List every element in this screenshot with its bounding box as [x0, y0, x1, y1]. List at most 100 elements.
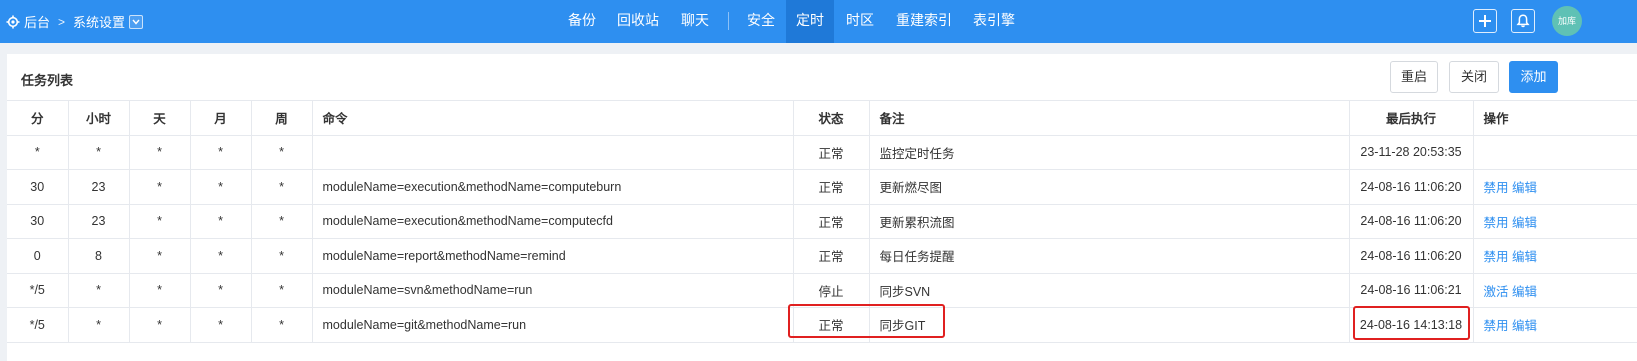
cell-actions: 激活 编辑	[1473, 273, 1637, 308]
cell-note: 每日任务提醒	[869, 238, 1350, 274]
task-table: 分 小时 天 月 周 命令 状态 备注 最后执行 操作 * * * * * 正常	[7, 100, 1637, 343]
table-row: 0 8 * * * moduleName=report&methodName=r…	[7, 238, 1637, 274]
cell-day: *	[129, 238, 191, 274]
action-toggle-link[interactable]: 禁用	[1484, 216, 1509, 230]
column-header-status: 状态	[793, 100, 870, 136]
cell-week: *	[251, 273, 313, 308]
cell-month: *	[190, 307, 252, 343]
cell-minute: */5	[7, 273, 69, 308]
task-list-panel: 任务列表 重启 关闭 添加 分 小时 天 月 周 命令 状态 备注 最后执行 操…	[7, 54, 1637, 361]
cell-hour: 8	[68, 238, 130, 274]
action-toggle-link[interactable]: 激活	[1484, 285, 1509, 299]
cell-last-run: 23-11-28 20:53:35	[1349, 135, 1474, 170]
chevron-down-icon[interactable]	[129, 14, 144, 29]
cell-minute: */5	[7, 307, 69, 343]
bell-icon[interactable]	[1511, 9, 1535, 33]
nav-table-engine[interactable]: 表引擎	[970, 0, 1018, 43]
cell-actions: 禁用 编辑	[1473, 307, 1637, 343]
action-toggle-link[interactable]: 禁用	[1484, 319, 1509, 333]
cell-command: moduleName=git&methodName=run	[312, 307, 794, 343]
cell-status: 正常	[793, 238, 870, 274]
cell-last-run: 24-08-16 11:06:20	[1349, 169, 1474, 205]
avatar[interactable]: 加库	[1552, 6, 1582, 36]
table-row: */5 * * * * moduleName=svn&methodName=ru…	[7, 273, 1637, 308]
cell-last-run: 24-08-16 14:13:18	[1349, 307, 1474, 343]
cell-hour: 23	[68, 204, 130, 239]
action-edit-link[interactable]: 编辑	[1512, 250, 1537, 264]
nav-timezone[interactable]: 时区	[842, 0, 878, 43]
action-edit-link[interactable]: 编辑	[1512, 181, 1537, 195]
cell-status: 正常	[793, 204, 870, 239]
nav-security[interactable]: 安全	[743, 0, 779, 43]
column-header-minute: 分	[7, 100, 69, 136]
cell-hour: *	[68, 135, 130, 170]
column-header-month: 月	[190, 100, 252, 136]
cell-note: 更新累积流图	[869, 204, 1350, 239]
nav-recycle-bin[interactable]: 回收站	[614, 0, 662, 43]
cell-hour: *	[68, 273, 130, 308]
column-header-note: 备注	[869, 100, 1350, 136]
cell-status: 正常	[793, 135, 870, 170]
table-header: 分 小时 天 月 周 命令 状态 备注 最后执行 操作	[7, 100, 1637, 136]
column-header-actions: 操作	[1473, 100, 1637, 136]
close-button[interactable]: 关闭	[1449, 61, 1499, 93]
breadcrumb-separator: >	[58, 14, 66, 29]
breadcrumb: 后台 > 系统设置	[6, 0, 144, 43]
column-header-last-run: 最后执行	[1349, 100, 1474, 136]
nav-cron[interactable]: 定时	[786, 0, 834, 43]
action-edit-link[interactable]: 编辑	[1512, 216, 1537, 230]
cell-actions	[1473, 135, 1637, 170]
cell-minute: 30	[7, 169, 69, 205]
cell-month: *	[190, 238, 252, 274]
cell-month: *	[190, 204, 252, 239]
action-toggle-link[interactable]: 禁用	[1484, 250, 1509, 264]
nav-backup[interactable]: 备份	[564, 0, 600, 43]
cell-note: 同步GIT	[869, 307, 1350, 343]
cell-day: *	[129, 135, 191, 170]
gear-icon	[6, 15, 20, 29]
cell-minute: 0	[7, 238, 69, 274]
cell-note: 同步SVN	[869, 273, 1350, 308]
nav-chat[interactable]: 聊天	[677, 0, 713, 43]
cell-month: *	[190, 273, 252, 308]
cell-command: moduleName=report&methodName=remind	[312, 238, 794, 274]
cell-day: *	[129, 169, 191, 205]
cell-actions: 禁用 编辑	[1473, 238, 1637, 274]
column-header-week: 周	[251, 100, 313, 136]
column-header-hour: 小时	[68, 100, 130, 136]
cell-week: *	[251, 204, 313, 239]
cell-status: 停止	[793, 273, 870, 308]
cell-actions: 禁用 编辑	[1473, 169, 1637, 205]
cell-day: *	[129, 307, 191, 343]
cell-day: *	[129, 273, 191, 308]
cell-note: 监控定时任务	[869, 135, 1350, 170]
cell-minute: 30	[7, 204, 69, 239]
cell-last-run: 24-08-16 11:06:21	[1349, 273, 1474, 308]
add-button[interactable]: 添加	[1509, 61, 1558, 93]
column-header-day: 天	[129, 100, 191, 136]
cell-month: *	[190, 135, 252, 170]
cell-hour: 23	[68, 169, 130, 205]
cell-week: *	[251, 135, 313, 170]
cell-minute: *	[7, 135, 69, 170]
action-toggle-link[interactable]: 禁用	[1484, 181, 1509, 195]
cell-last-run: 24-08-16 11:06:20	[1349, 238, 1474, 274]
action-edit-link[interactable]: 编辑	[1512, 319, 1537, 333]
table-row: 30 23 * * * moduleName=execution&methodN…	[7, 169, 1637, 205]
nav-divider	[728, 12, 729, 30]
column-header-command: 命令	[312, 100, 794, 136]
cell-command: moduleName=execution&methodName=computec…	[312, 204, 794, 239]
restart-button[interactable]: 重启	[1390, 61, 1438, 93]
breadcrumb-root[interactable]: 后台	[24, 12, 50, 31]
cell-week: *	[251, 169, 313, 205]
cell-week: *	[251, 238, 313, 274]
table-row: */5 * * * * moduleName=git&methodName=ru…	[7, 307, 1637, 343]
breadcrumb-current[interactable]: 系统设置	[73, 12, 125, 31]
plus-icon[interactable]	[1473, 9, 1497, 33]
nav-rebuild-index[interactable]: 重建索引	[893, 0, 955, 43]
cell-hour: *	[68, 307, 130, 343]
cell-status: 正常	[793, 307, 870, 343]
table-row: * * * * * 正常 监控定时任务 23-11-28 20:53:35	[7, 135, 1637, 170]
action-edit-link[interactable]: 编辑	[1512, 285, 1537, 299]
cell-note: 更新燃尽图	[869, 169, 1350, 205]
